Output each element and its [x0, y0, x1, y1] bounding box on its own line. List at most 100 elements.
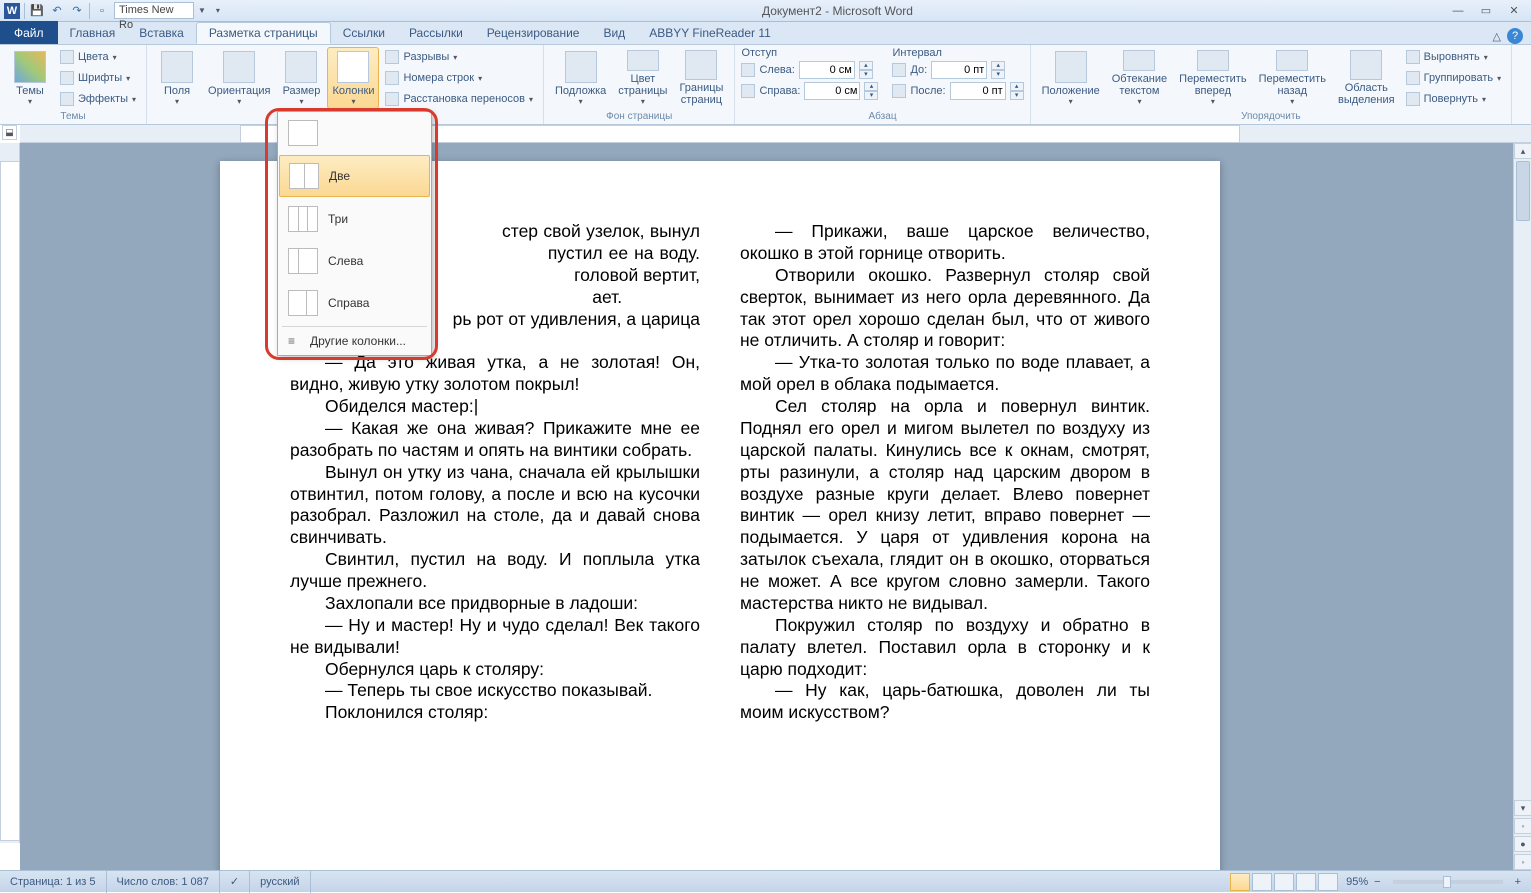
status-word-count[interactable]: Число слов: 1 087 — [107, 871, 220, 893]
orientation-button[interactable]: Ориентация▾ — [203, 47, 275, 109]
save-icon[interactable]: 💾 — [29, 3, 45, 19]
scroll-up-button[interactable]: ▴ — [1514, 143, 1531, 159]
align-button[interactable]: Выровнять▾ — [1402, 47, 1506, 67]
indent-right-input[interactable] — [804, 82, 860, 100]
columns-option-left[interactable]: Слева — [278, 240, 431, 282]
scroll-down-button[interactable]: ▾ — [1514, 800, 1531, 816]
close-button[interactable]: ✕ — [1501, 3, 1527, 19]
breaks-button[interactable]: Разрывы▾ — [381, 47, 537, 67]
vertical-scrollbar[interactable]: ▴ ▾ ◦ ● ◦ — [1513, 143, 1531, 870]
minimize-button[interactable]: — — [1445, 3, 1471, 19]
hyphenation-button[interactable]: Расстановка переносов▾ — [381, 89, 537, 109]
help-icon[interactable]: ? — [1507, 28, 1523, 44]
spin-down-icon[interactable]: ▾ — [864, 91, 878, 100]
indent-left-field[interactable]: Слева:▴▾ — [741, 60, 878, 80]
size-button[interactable]: Размер▾ — [277, 47, 325, 109]
status-page[interactable]: Страница: 1 из 5 — [0, 871, 107, 893]
size-icon — [285, 51, 317, 83]
status-language[interactable]: русский — [250, 871, 310, 893]
view-draft-button[interactable] — [1318, 873, 1338, 891]
tab-view[interactable]: Вид — [591, 22, 637, 44]
columns-dropdown: Две Три Слева Справа Другие колонки... — [277, 111, 432, 356]
spin-down-icon[interactable]: ▾ — [859, 70, 873, 79]
spin-down-icon[interactable]: ▾ — [991, 70, 1005, 79]
zoom-slider[interactable] — [1393, 880, 1503, 884]
columns-option-more[interactable]: Другие колонки... — [278, 329, 431, 353]
title-bar: W 💾 ↶ ↷ ▫ Times New Ro ▼ ▾ Документ2 - M… — [0, 0, 1531, 22]
restore-button[interactable]: ▭ — [1473, 3, 1499, 19]
qat-font-dropdown-icon[interactable]: ▼ — [198, 6, 206, 15]
line-numbers-button[interactable]: Номера строк▾ — [381, 68, 537, 88]
watermark-button[interactable]: Подложка▾ — [550, 47, 611, 109]
ruler-corner-button[interactable]: ⬓ — [2, 125, 17, 140]
undo-icon[interactable]: ↶ — [49, 3, 65, 19]
rotate-button[interactable]: Повернуть▾ — [1402, 89, 1506, 109]
indent-left-input[interactable] — [799, 61, 855, 79]
tab-mailings[interactable]: Рассылки — [397, 22, 475, 44]
group-label-arrange: Упорядочить — [1037, 109, 1506, 124]
scroll-thumb[interactable] — [1516, 161, 1530, 221]
zoom-slider-thumb[interactable] — [1443, 876, 1451, 888]
spacing-before-field[interactable]: До:▴▾ — [892, 60, 1023, 80]
horizontal-ruler[interactable] — [20, 125, 1531, 143]
columns-option-one[interactable] — [278, 112, 431, 154]
tab-references[interactable]: Ссылки — [331, 22, 397, 44]
view-print-layout-button[interactable] — [1230, 873, 1250, 891]
file-tab[interactable]: Файл — [0, 21, 58, 44]
new-doc-icon[interactable]: ▫ — [94, 3, 110, 19]
spin-down-icon[interactable]: ▾ — [1010, 91, 1024, 100]
spacing-after-icon — [892, 84, 906, 98]
group-button[interactable]: Группировать▾ — [1402, 68, 1506, 88]
page-borders-button[interactable]: Границы страниц — [674, 47, 728, 109]
send-backward-button[interactable]: Переместить назад▾ — [1254, 47, 1331, 109]
browse-object-button[interactable]: ● — [1514, 836, 1531, 852]
spin-up-icon[interactable]: ▴ — [859, 61, 873, 70]
spin-up-icon[interactable]: ▴ — [864, 82, 878, 91]
view-full-screen-button[interactable] — [1252, 873, 1272, 891]
wrap-icon — [1123, 50, 1155, 71]
spacing-after-input[interactable] — [950, 82, 1006, 100]
qat-customize-icon[interactable]: ▾ — [210, 3, 226, 19]
tab-review[interactable]: Рецензирование — [475, 22, 592, 44]
theme-fonts-button[interactable]: Шрифты▾ — [56, 68, 140, 88]
spin-up-icon[interactable]: ▴ — [991, 61, 1005, 70]
spacing-before-input[interactable] — [931, 61, 987, 79]
columns-button[interactable]: Колонки▾ — [327, 47, 379, 109]
view-outline-button[interactable] — [1296, 873, 1316, 891]
columns-option-two[interactable]: Две — [279, 155, 430, 197]
wrap-text-button[interactable]: Обтекание текстом▾ — [1107, 47, 1172, 109]
next-page-button[interactable]: ◦ — [1514, 854, 1531, 870]
columns-option-three[interactable]: Три — [278, 198, 431, 240]
indent-right-field[interactable]: Справа:▴▾ — [741, 81, 878, 101]
word-icon: W — [4, 3, 20, 19]
margins-button[interactable]: Поля▾ — [153, 47, 201, 109]
text-column-right[interactable]: — Прикажи, ваше царское величество, окош… — [740, 221, 1150, 724]
zoom-level[interactable]: 95% — [1346, 876, 1368, 888]
themes-button[interactable]: Темы▾ — [6, 47, 54, 109]
tab-abbyy[interactable]: ABBYY FineReader 11 — [637, 22, 783, 44]
columns-option-right[interactable]: Справа — [278, 282, 431, 324]
window-title: Документ2 - Microsoft Word — [230, 4, 1445, 18]
minimize-ribbon-icon[interactable]: △ — [1493, 30, 1501, 43]
status-proofing[interactable]: ✓ — [220, 871, 250, 893]
spacing-after-field[interactable]: После:▴▾ — [892, 81, 1023, 101]
tab-page-layout[interactable]: Разметка страницы — [196, 22, 331, 44]
redo-icon[interactable]: ↷ — [69, 3, 85, 19]
bring-forward-button[interactable]: Переместить вперед▾ — [1174, 47, 1251, 109]
page-color-button[interactable]: Цвет страницы▾ — [613, 47, 672, 109]
group-icon — [1406, 71, 1420, 85]
zoom-in-button[interactable]: + — [1511, 876, 1525, 888]
tab-home[interactable]: Главная — [58, 22, 128, 44]
prev-page-button[interactable]: ◦ — [1514, 818, 1531, 834]
tab-insert[interactable]: Вставка — [127, 22, 196, 44]
theme-colors-button[interactable]: Цвета▾ — [56, 47, 140, 67]
vertical-ruler[interactable] — [0, 143, 20, 843]
quick-access-toolbar: W 💾 ↶ ↷ ▫ Times New Ro ▼ ▾ — [0, 2, 230, 19]
zoom-out-button[interactable]: − — [1370, 876, 1384, 888]
qat-font-box[interactable]: Times New Ro — [114, 2, 194, 19]
position-button[interactable]: Положение▾ — [1037, 47, 1105, 109]
view-web-layout-button[interactable] — [1274, 873, 1294, 891]
spin-up-icon[interactable]: ▴ — [1010, 82, 1024, 91]
selection-pane-button[interactable]: Область выделения — [1333, 47, 1400, 109]
theme-effects-button[interactable]: Эффекты▾ — [56, 89, 140, 109]
